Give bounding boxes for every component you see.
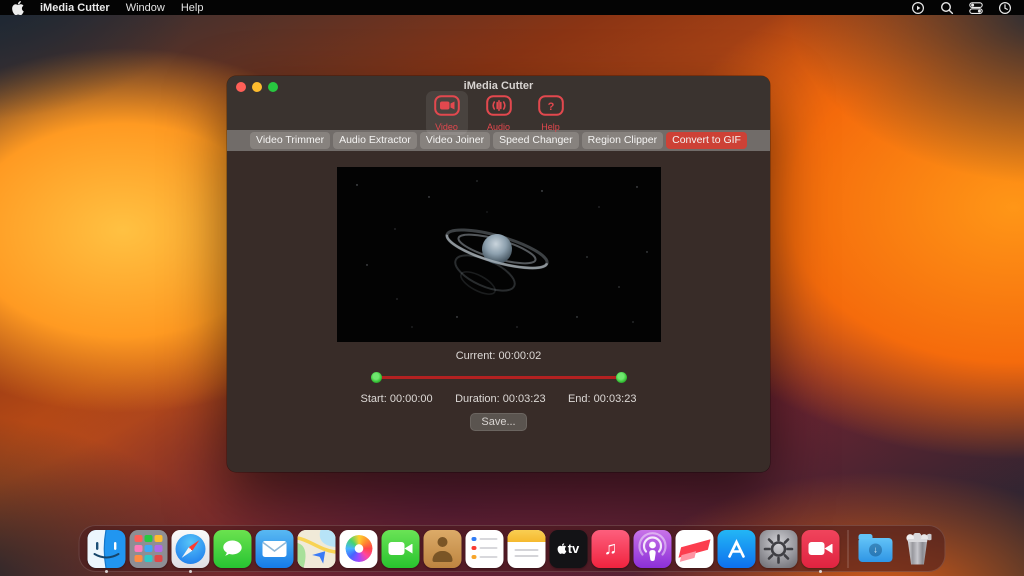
video-preview[interactable] xyxy=(337,167,661,342)
toolbar-help-label: Help xyxy=(541,123,560,132)
maps-icon xyxy=(298,530,336,568)
toolbar-help-button[interactable]: ? Help xyxy=(530,91,572,135)
toolbar-audio-label: Audio xyxy=(487,123,510,132)
search-icon[interactable] xyxy=(940,1,954,15)
svg-text:?: ? xyxy=(547,101,554,113)
audio-icon xyxy=(486,95,512,121)
start-time-label: Start: 00:00:00 xyxy=(361,393,433,405)
messages-icon xyxy=(214,530,252,568)
clock-icon[interactable] xyxy=(998,1,1012,15)
dock-item-app-store[interactable] xyxy=(718,530,756,568)
gear-icon xyxy=(760,530,798,568)
dock: tv ♫ xyxy=(79,525,946,572)
control-center-icon[interactable] xyxy=(969,1,983,15)
news-icon xyxy=(676,530,714,568)
dock-item-finder[interactable] xyxy=(88,530,126,568)
contacts-icon xyxy=(424,530,462,568)
dock-item-podcasts[interactable] xyxy=(634,530,672,568)
menu-bar: iMedia Cutter Window Help xyxy=(0,0,1024,15)
dock-divider xyxy=(848,530,849,568)
menubar-menu-help[interactable]: Help xyxy=(181,2,204,14)
downloads-folder-icon: ↓ xyxy=(857,530,895,568)
dock-item-photos[interactable] xyxy=(340,530,378,568)
tv-label: tv xyxy=(568,541,580,556)
dock-item-notes[interactable] xyxy=(508,530,546,568)
running-indicator xyxy=(105,570,108,573)
running-indicator xyxy=(819,570,822,573)
notes-icon xyxy=(508,530,546,568)
save-button[interactable]: Save... xyxy=(470,413,526,431)
dock-item-launchpad[interactable] xyxy=(130,530,168,568)
trim-range-slider[interactable] xyxy=(371,372,627,383)
dock-item-reminders[interactable] xyxy=(466,530,504,568)
toolbar-video-label: Video xyxy=(435,123,458,132)
dock-item-news[interactable] xyxy=(676,530,714,568)
reminders-icon xyxy=(466,530,504,568)
facetime-icon xyxy=(382,530,420,568)
dock-item-downloads[interactable]: ↓ xyxy=(857,530,895,568)
toolbar-video-button[interactable]: Video xyxy=(426,91,468,135)
menubar-menu-window[interactable]: Window xyxy=(126,2,165,14)
apple-tv-icon: tv xyxy=(550,530,588,568)
imedia-cutter-icon xyxy=(802,530,840,568)
trimmer-panel: Current: 00:00:02 Start: 00:00:00 Durati… xyxy=(227,151,770,431)
dock-item-facetime[interactable] xyxy=(382,530,420,568)
app-store-icon xyxy=(718,530,756,568)
window-title: iMedia Cutter xyxy=(227,76,770,92)
end-time-label: End: 00:03:23 xyxy=(568,393,637,405)
end-handle[interactable] xyxy=(616,372,627,383)
saturn-planet-graphic xyxy=(337,167,661,342)
dock-item-imedia-cutter[interactable] xyxy=(802,530,840,568)
dock-item-contacts[interactable] xyxy=(424,530,462,568)
current-time-label: Current: 00:00:02 xyxy=(456,350,542,362)
dock-item-system-settings[interactable] xyxy=(760,530,798,568)
app-window: iMedia Cutter Video Audio ? xyxy=(227,76,770,472)
video-icon xyxy=(434,95,460,121)
mail-icon xyxy=(256,530,294,568)
start-handle[interactable] xyxy=(371,372,382,383)
slider-track[interactable] xyxy=(375,376,623,379)
dock-item-tv[interactable]: tv xyxy=(550,530,588,568)
window-titlebar: iMedia Cutter Video Audio ? xyxy=(227,76,770,130)
toolbar-audio-button[interactable]: Audio xyxy=(478,91,520,135)
desktop-wallpaper: iMedia Cutter Window Help xyxy=(0,0,1024,576)
music-icon: ♫ xyxy=(592,530,630,568)
apple-menu-icon[interactable] xyxy=(12,1,24,15)
launchpad-icon xyxy=(130,530,168,568)
dock-item-mail[interactable] xyxy=(256,530,294,568)
help-icon: ? xyxy=(538,95,564,121)
dock-item-music[interactable]: ♫ xyxy=(592,530,630,568)
dock-item-trash[interactable] xyxy=(899,530,937,568)
trash-icon xyxy=(899,530,937,568)
dock-item-messages[interactable] xyxy=(214,530,252,568)
dock-item-maps[interactable] xyxy=(298,530,336,568)
window-toolbar: Video Audio ? Help xyxy=(227,91,770,135)
running-indicator xyxy=(189,570,192,573)
safari-icon xyxy=(172,530,210,568)
photos-icon xyxy=(340,530,378,568)
menubar-app-name[interactable]: iMedia Cutter xyxy=(40,2,110,14)
dock-item-safari[interactable] xyxy=(172,530,210,568)
time-labels-row: Start: 00:00:00 Duration: 00:03:23 End: … xyxy=(361,393,637,405)
podcasts-icon xyxy=(634,530,672,568)
screen-recording-icon[interactable] xyxy=(911,1,925,15)
finder-icon xyxy=(88,530,126,568)
duration-label: Duration: 00:03:23 xyxy=(455,393,546,405)
